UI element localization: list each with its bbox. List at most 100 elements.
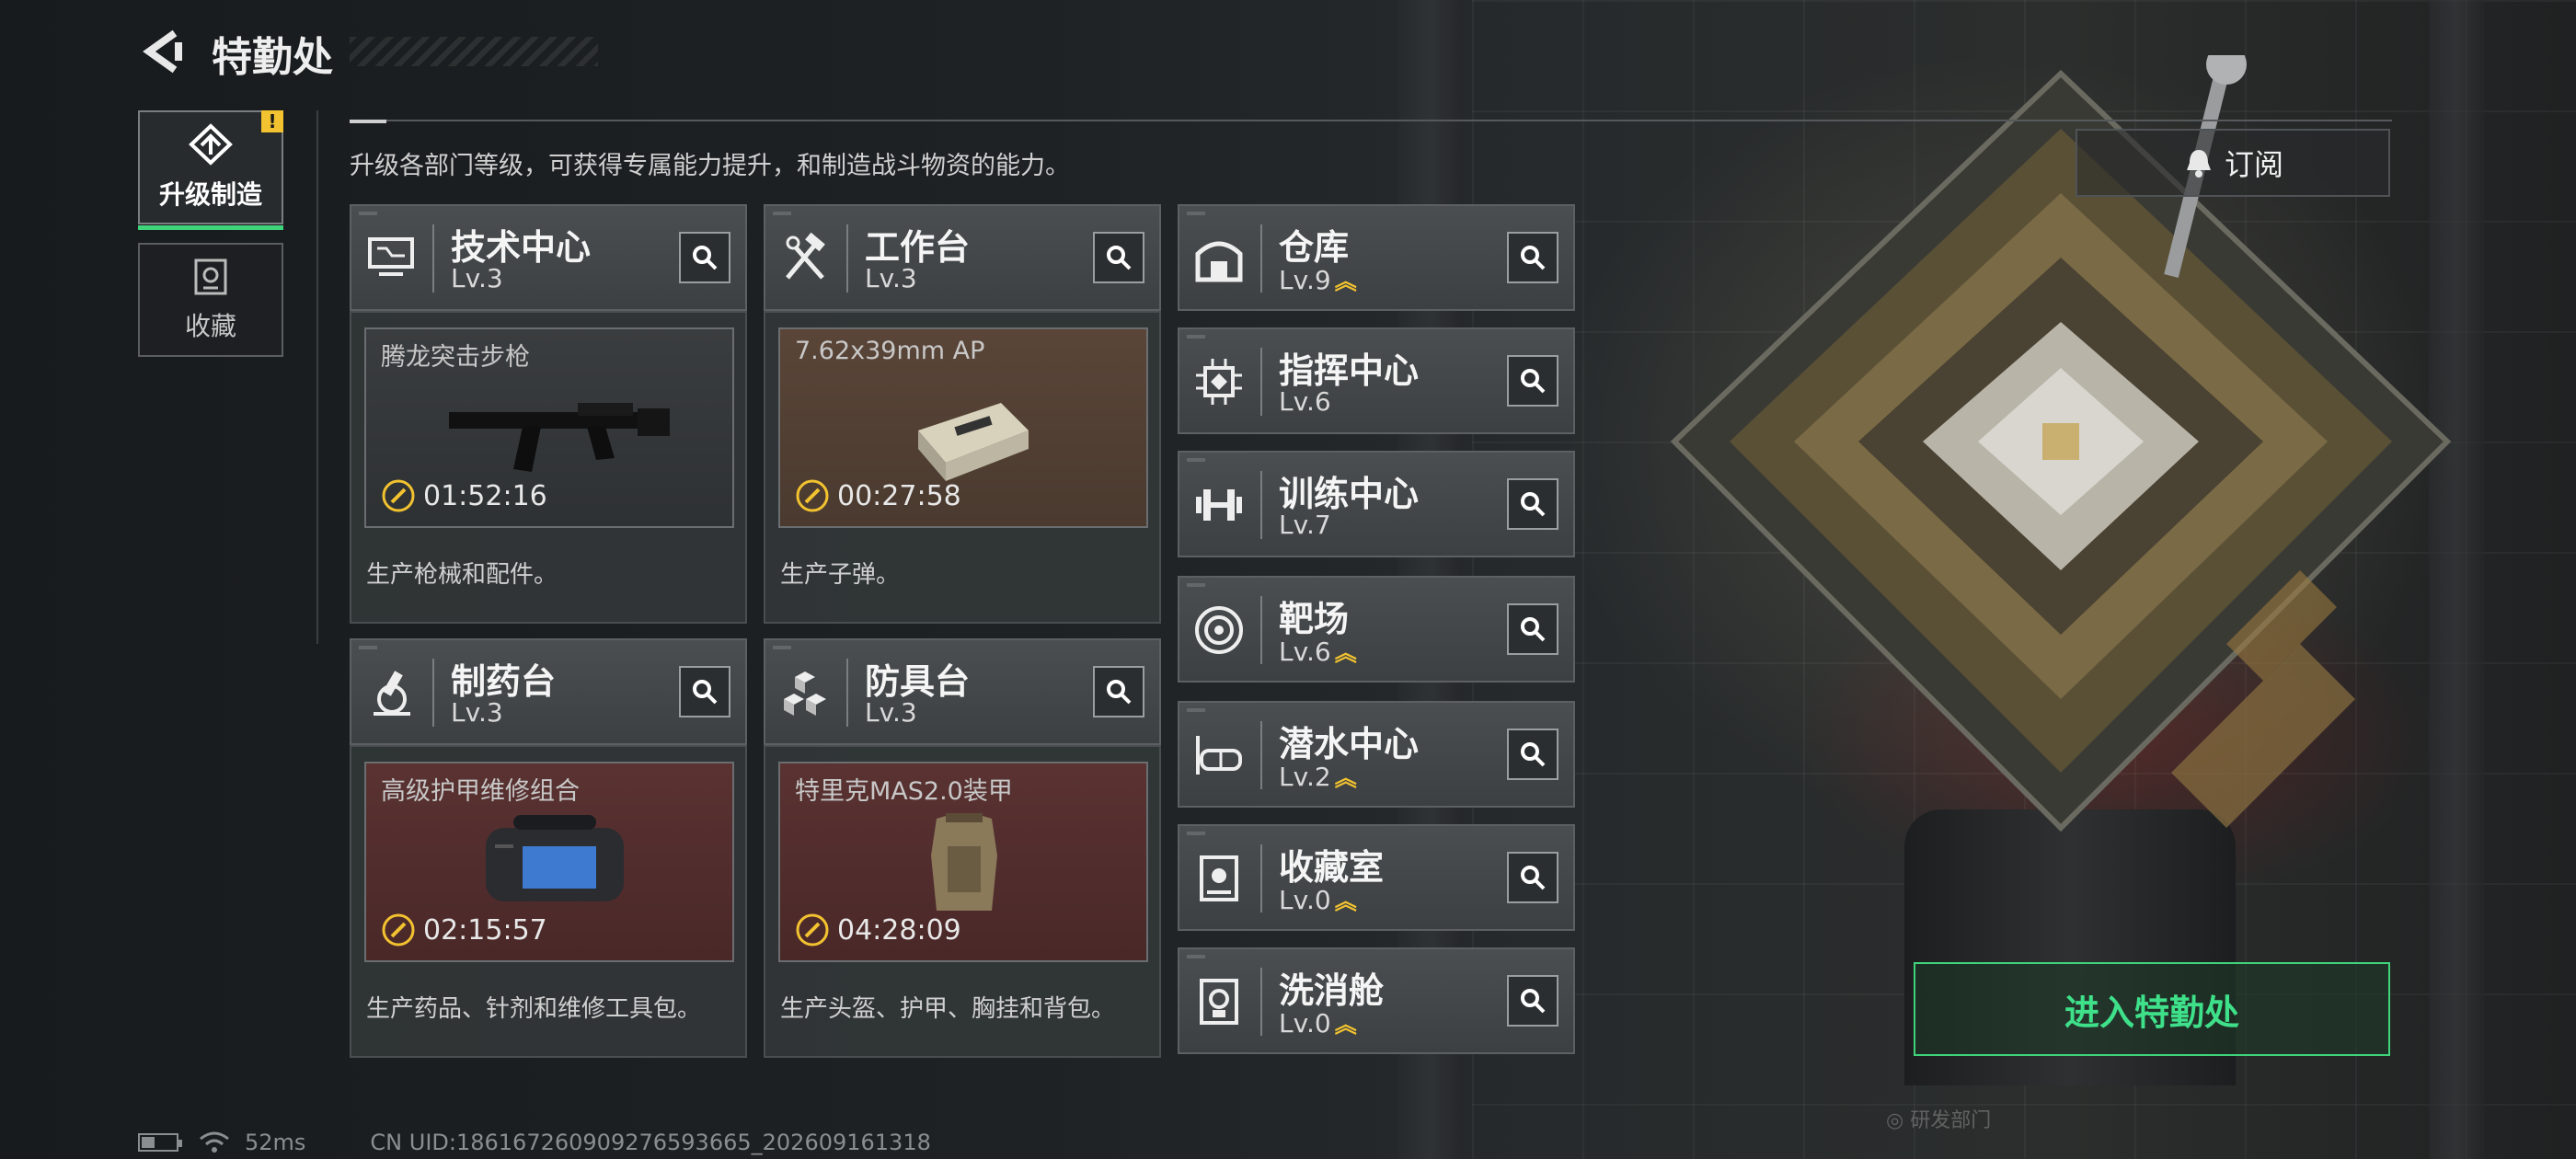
enter-special-ops-button[interactable]: 进入特勤处	[1914, 962, 2390, 1056]
search-button[interactable]	[1507, 852, 1558, 903]
facility-level-text: Lv.2	[1279, 762, 1331, 792]
card-separator	[1260, 721, 1262, 789]
facility-armor-bench[interactable]: 防具台 Lv.3	[764, 638, 1161, 745]
dumbbell-icon	[1196, 489, 1242, 521]
card-separator	[1260, 596, 1262, 664]
repair-kit-image	[486, 815, 624, 901]
search-button[interactable]	[679, 232, 730, 283]
facility-level: Lv.6 ︽	[1279, 635, 1357, 667]
card-corner-mark	[1187, 583, 1205, 587]
battery-icon	[138, 1133, 182, 1152]
facility-name: 工作台	[865, 227, 971, 268]
alert-badge: !	[261, 110, 283, 132]
card-separator	[1260, 968, 1262, 1036]
wifi-icon	[200, 1131, 229, 1153]
search-icon	[1521, 246, 1546, 270]
facility-name: 靶场	[1279, 599, 1350, 639]
facility-name: 仓库	[1279, 227, 1350, 268]
facility-level-text: Lv.0	[1279, 885, 1331, 915]
facility-level: Lv.9 ︽	[1279, 263, 1357, 295]
facility-collection-room[interactable]: 收藏室 Lv.0 ︽	[1178, 824, 1575, 931]
upgrade-available-icon: ︽	[1334, 765, 1357, 791]
divider-accent	[350, 120, 386, 123]
facility-name: 训练中心	[1279, 474, 1420, 514]
production-description: 生产枪械和配件。	[366, 561, 558, 589]
facility-name: 制药台	[451, 661, 557, 702]
search-button[interactable]	[679, 666, 730, 717]
production-panel-armor-bench[interactable]: 特里克MAS2.0装甲 04:28:09 生产头盔、护甲、胸挂和背包。	[764, 745, 1161, 1058]
subscribe-label: 订阅	[2224, 147, 2283, 182]
production-timer: 02:15:57	[381, 912, 547, 947]
facility-level-text: Lv.9	[1279, 265, 1331, 295]
production-item-name: 特里克MAS2.0装甲	[795, 777, 1013, 806]
facility-level: Lv.0 ︽	[1279, 1006, 1357, 1039]
floor-logo: ◎ 研发部门	[1886, 1109, 1992, 1132]
search-button[interactable]	[1507, 478, 1558, 530]
bell-icon	[2186, 150, 2211, 178]
search-button[interactable]	[1507, 603, 1558, 655]
production-timer-text: 00:27:58	[837, 479, 961, 512]
decontamination-icon	[1200, 979, 1238, 1025]
blocks-icon	[784, 671, 826, 716]
facility-decon-chamber[interactable]: 洗消舱 Lv.0 ︽	[1178, 947, 1575, 1054]
tab-collection[interactable]: 收藏	[138, 243, 283, 357]
warehouse-icon	[1195, 241, 1243, 282]
production-panel-workbench[interactable]: 7.62x39mm AP 00:27:58 生产子弹。	[764, 311, 1161, 624]
production-slot[interactable]: 腾龙突击步枪 01:52:16	[364, 327, 734, 528]
search-icon	[1521, 989, 1546, 1014]
card-corner-mark	[773, 212, 791, 215]
production-slot[interactable]: 高级护甲维修组合 02:15:57	[364, 762, 734, 962]
search-button[interactable]	[1093, 232, 1144, 283]
search-icon	[1521, 369, 1546, 394]
subscribe-button[interactable]: 订阅	[2076, 129, 2390, 197]
tab-upgrade-craft[interactable]: ! 升级制造	[138, 110, 283, 230]
production-panel-tech-center[interactable]: 腾龙突击步枪 01:52:16 生产枪械和配件。	[350, 311, 747, 624]
collection-icon	[194, 258, 227, 295]
facility-command-center[interactable]: 指挥中心 Lv.6	[1178, 327, 1575, 434]
facility-level: Lv.2 ︽	[1279, 760, 1357, 792]
card-corner-mark	[1187, 955, 1205, 958]
production-slot[interactable]: 7.62x39mm AP 00:27:58	[778, 327, 1148, 528]
search-icon	[693, 246, 718, 270]
microscope-icon	[374, 671, 410, 716]
search-button[interactable]	[1507, 232, 1558, 283]
search-button[interactable]	[1093, 666, 1144, 717]
production-slot[interactable]: 特里克MAS2.0装甲 04:28:09	[778, 762, 1148, 962]
production-item-name: 7.62x39mm AP	[795, 337, 985, 365]
search-button[interactable]	[1507, 729, 1558, 780]
facility-level-text: Lv.7	[1279, 510, 1331, 540]
search-button[interactable]	[1507, 355, 1558, 407]
upgrade-craft-icon	[189, 123, 233, 166]
facility-pharmacy[interactable]: 制药台 Lv.3	[350, 638, 747, 745]
uid-text: CN UID:1861672609092765936​65_2026091613…	[370, 1130, 931, 1155]
facility-level: Lv.3	[865, 697, 917, 728]
back-arrow-icon[interactable]	[138, 28, 186, 75]
divider	[350, 120, 2392, 121]
facility-training-center[interactable]: 训练中心 Lv.7	[1178, 451, 1575, 557]
facility-name: 收藏室	[1279, 847, 1385, 888]
production-panel-pharmacy[interactable]: 高级护甲维修组合 02:15:57 生产药品、针剂和维修工具包。	[350, 745, 747, 1058]
upgrade-available-icon: ︽	[1334, 640, 1357, 666]
search-button[interactable]	[1507, 975, 1558, 1027]
facility-diving-center[interactable]: 潜水中心 Lv.2 ︽	[1178, 701, 1575, 808]
production-item-name: 腾龙突击步枪	[381, 343, 530, 372]
upgrade-available-icon: ︽	[1334, 1012, 1357, 1038]
search-icon	[1521, 866, 1546, 890]
facility-level-text: Lv.3	[451, 697, 503, 728]
facility-warehouse[interactable]: 仓库 Lv.9 ︽	[1178, 204, 1575, 311]
production-description: 生产头盔、护甲、胸挂和背包。	[780, 995, 1116, 1023]
facility-tech-center[interactable]: 技术中心 Lv.3	[350, 204, 747, 311]
card-corner-mark	[773, 646, 791, 649]
computer-icon	[368, 237, 414, 276]
facility-level: Lv.0 ︽	[1279, 883, 1357, 915]
tab-collection-label: 收藏	[184, 311, 236, 341]
ping-text: 52ms	[245, 1130, 306, 1155]
search-icon	[1521, 617, 1546, 642]
card-corner-mark	[1187, 212, 1205, 215]
facility-level: Lv.6	[1279, 386, 1331, 417]
facility-workbench[interactable]: 工作台 Lv.3	[764, 204, 1161, 311]
ammo-box-image	[918, 403, 1029, 481]
facility-shooting-range[interactable]: 靶场 Lv.6 ︽	[1178, 576, 1575, 683]
facility-level-text: Lv.6	[1279, 637, 1331, 667]
target-icon	[1195, 606, 1243, 654]
